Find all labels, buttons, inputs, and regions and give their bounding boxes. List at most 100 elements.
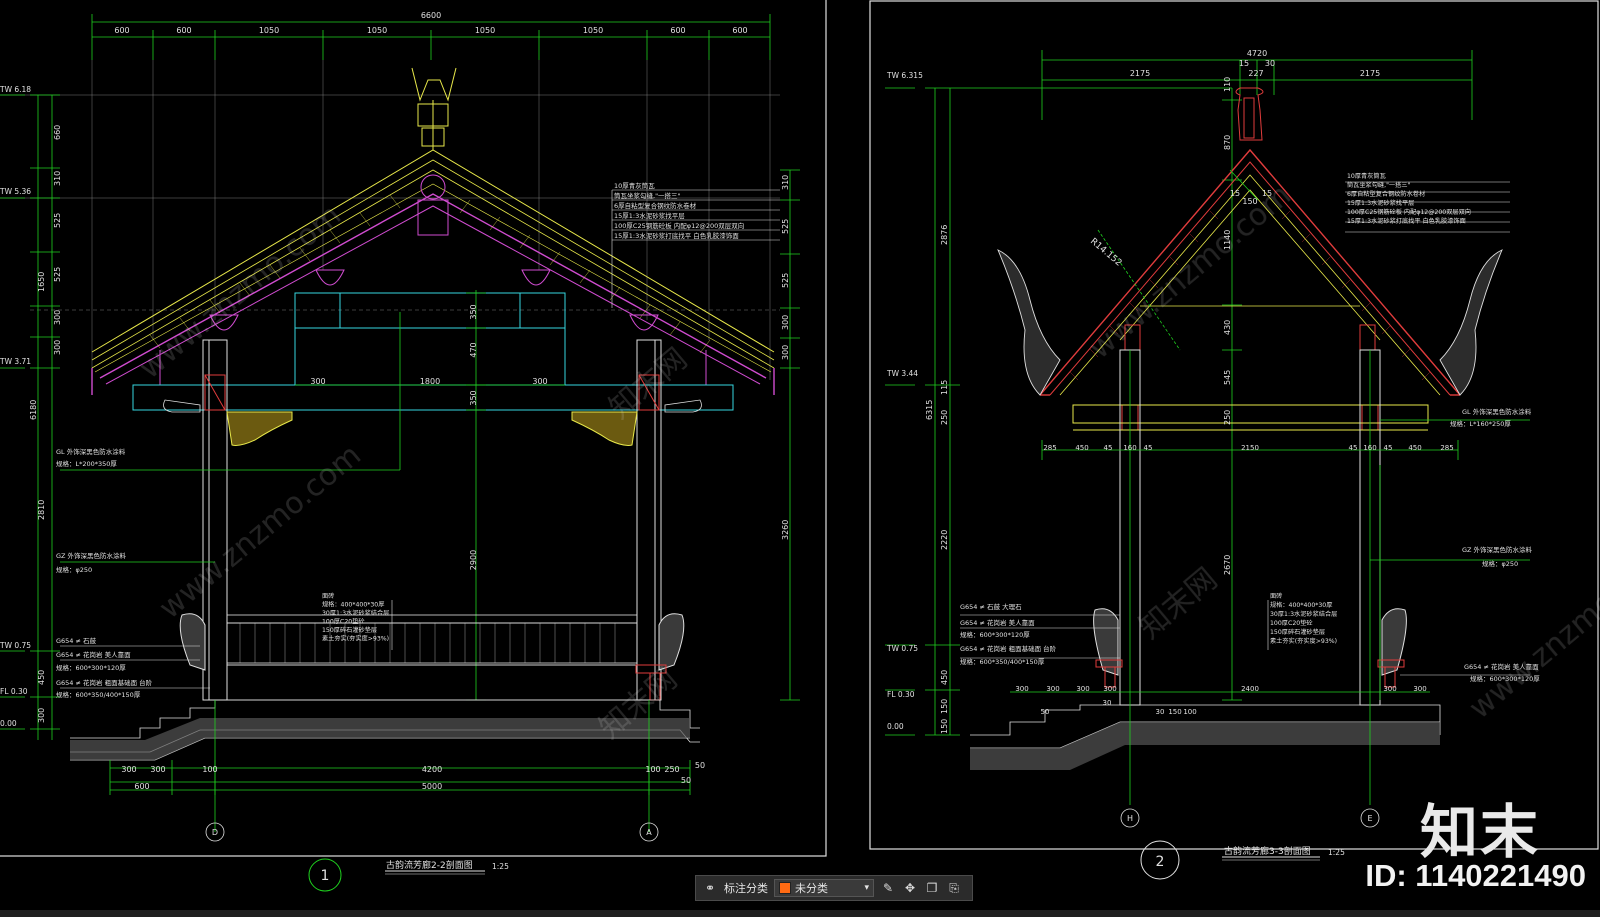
dimension-label: 285: [1440, 444, 1453, 452]
dimension-label: 300: [1413, 685, 1426, 693]
material-note: 规格：φ250: [1482, 559, 1518, 568]
dimension-label: 45: [1384, 444, 1393, 452]
level-marker: TW 3.71: [0, 357, 31, 366]
dimension-label: 250: [940, 410, 949, 425]
material-note: G654 ≠ 石鼓 大理石: [960, 602, 1022, 611]
material-note: 规格：φ250: [56, 565, 92, 574]
drawing-title: 古韵流芳廊3-3剖面图: [1224, 845, 1311, 857]
dimension-label: 300: [781, 345, 790, 360]
dimension-label: 150: [1168, 708, 1181, 716]
material-note: G654 ≠ 花岗岩 粗面基础面 台阶: [960, 644, 1057, 653]
level-marker: TW 0.75: [886, 644, 918, 653]
dimension-label: 1050: [583, 26, 603, 35]
dimension-label: 50: [695, 761, 705, 770]
dimension-label: 30: [1156, 708, 1165, 716]
dimension-label: 1050: [259, 26, 279, 35]
material-note: 10厚青灰筒瓦: [614, 181, 655, 190]
material-note: 规格：L*200*350厚: [56, 459, 117, 468]
dimension-label: 470: [469, 342, 478, 357]
dimension-label: 6315: [925, 400, 934, 420]
chevron-down-icon: ▾: [864, 883, 869, 893]
dimension-label: 160: [1123, 444, 1136, 452]
paste-icon[interactable]: ⎘: [946, 880, 962, 896]
brand-logo: 知末: [1419, 798, 1540, 866]
dimension-label: 250: [664, 765, 679, 774]
cad-drawing-canvas[interactable]: 6600 600 600 1050 1050 1050 1050 600 600 TW 6.18 T…: [0, 0, 1600, 917]
dimension-label: 300: [1015, 685, 1028, 693]
dimension-label: 525: [53, 267, 62, 282]
material-note: 10厚青灰筒瓦: [1347, 172, 1386, 180]
material-note: 100厚C25钢筋砼板 内配φ12@200双层双向: [614, 221, 744, 230]
level-marker: FL 0.30: [0, 687, 28, 696]
dimension-label: 1050: [367, 26, 387, 35]
dimension-label: 1650: [37, 272, 46, 292]
section-drawing-2: [885, 50, 1530, 880]
dimension-label: 2220: [940, 530, 949, 550]
dimension-label: 150: [940, 719, 949, 734]
material-note: 15厚1:3水泥砂浆找平层: [1347, 199, 1414, 207]
watermark-text: 知末网: [603, 341, 694, 426]
dimension-label: 600: [732, 26, 747, 35]
annotation-toolbar: ⚭ 标注分类 未分类 ▾ ✎ ✥ ❐ ⎘: [695, 875, 973, 901]
dimension-label: 15: [1230, 189, 1240, 198]
dimension-label: 50: [681, 776, 691, 785]
material-note: 筒瓦坐浆勾缝,"一搭三": [614, 191, 681, 200]
annotation-category-value: 未分类: [795, 882, 828, 895]
nodes-icon[interactable]: ⚭: [702, 880, 718, 896]
dimension-label: 227: [1248, 69, 1263, 78]
material-note: 规格：L*160*250厚: [1450, 419, 1511, 428]
edit-icon[interactable]: ✎: [880, 880, 896, 896]
annotation-category-dropdown[interactable]: 未分类 ▾: [774, 879, 874, 897]
dimension-label: 300: [781, 315, 790, 330]
dimension-label: 115: [940, 380, 949, 395]
dimension-label: 30: [1103, 699, 1112, 707]
material-note: 30厚1:3水泥砂浆结合层: [1270, 610, 1337, 618]
dimension-label: 45: [1104, 444, 1113, 452]
material-note: 规格：600*300*120厚: [960, 630, 1030, 639]
dimension-label: 300: [37, 708, 46, 723]
dimension-label: 310: [53, 171, 62, 186]
watermark-text: www.znzmo.com: [1083, 178, 1298, 367]
dimension-label: 4200: [422, 765, 442, 774]
material-note: 规格：600*350/400*150厚: [56, 690, 141, 699]
dimension-label: 2900: [469, 550, 478, 570]
dimension-label: 660: [53, 125, 62, 140]
grid-label-h: H: [1127, 814, 1133, 823]
material-note: 15厚1:3水泥砂浆找平层: [614, 211, 685, 220]
grid-label-d: D: [212, 828, 218, 837]
dimension-label: 300: [1046, 685, 1059, 693]
material-note: GL 外饰深黑色防水涂料: [56, 447, 126, 456]
dimension-label: 2876: [940, 225, 949, 245]
material-note: 100厚C25钢筋砼板 内配φ12@200双层双向: [1347, 208, 1471, 216]
drawing-title: 古韵流芳廊2-2剖面图: [386, 859, 473, 871]
drawing-scale: 1:25: [492, 862, 509, 871]
dimension-label: 15: [1239, 59, 1249, 68]
dimension-label: 600: [114, 26, 129, 35]
dimension-label: 300: [1383, 685, 1396, 693]
dimension-label: 150: [940, 699, 949, 714]
dimension-label: 545: [1223, 370, 1232, 385]
material-note: G654 ≠ 花岗岩 美人靠面: [960, 618, 1035, 627]
dimension-label: 2400: [1241, 685, 1259, 693]
brand-id: ID: 1140221490: [1365, 858, 1586, 893]
dimension-label: 450: [1408, 444, 1421, 452]
copy-icon[interactable]: ❐: [924, 880, 940, 896]
dimension-label: 300: [150, 765, 165, 774]
watermark-text: www.znzmo.com: [153, 438, 368, 627]
material-note: 筒瓦坐浆勾缝,"一搭三": [1347, 181, 1410, 189]
material-note: 6厚自粘型复合钢纹防水卷材: [614, 201, 697, 210]
material-note: 素土夯实(夯实度>93%): [1270, 637, 1337, 645]
dimension-label: 285: [1043, 444, 1056, 452]
dimension-label: 600: [134, 782, 149, 791]
dimension-label: 1050: [475, 26, 495, 35]
material-note: 100厚C20垫砼: [1270, 619, 1313, 627]
move-icon[interactable]: ✥: [902, 880, 918, 896]
dimension-label: 45: [1349, 444, 1358, 452]
dimension-label: 160: [1363, 444, 1376, 452]
material-note: 6厚自粘型复合钢纹防水卷材: [1347, 190, 1425, 198]
dimension-label: 300: [121, 765, 136, 774]
watermark-text: www.znzmo.com: [133, 198, 348, 387]
watermark-text: 知末网: [1133, 561, 1224, 646]
material-note: G654 ≠ 花岗岩 美人靠面: [56, 650, 131, 659]
dimension-label: 525: [781, 273, 790, 288]
